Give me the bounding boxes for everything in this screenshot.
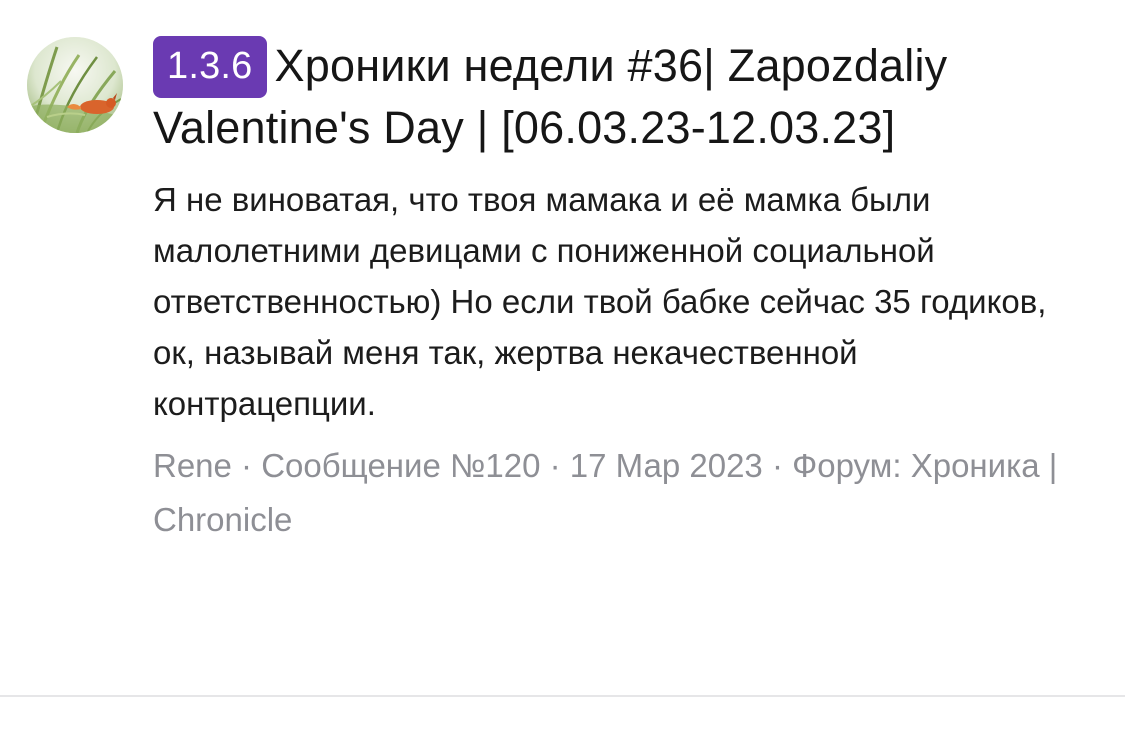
avatar-image — [27, 37, 123, 133]
version-badge: 1.3.6 — [153, 36, 267, 98]
meta-separator: · — [540, 447, 570, 484]
post-date: 17 Мар 2023 — [569, 447, 763, 484]
post-title[interactable]: 1.3.6 Хроники недели #36| Zapozdaliy Vale… — [153, 36, 1083, 158]
avatar[interactable] — [27, 37, 123, 133]
post-meta: Rene · Сообщение №120 · 17 Мар 2023 · Фо… — [153, 439, 1063, 547]
message-number-link[interactable]: Сообщение №120 — [261, 447, 540, 484]
divider — [0, 695, 1125, 697]
post-body: Я не виноватая, что твоя мамака и её мам… — [153, 181, 1047, 422]
forum-label: Форум: — [792, 447, 902, 484]
post-content: 1.3.6 Хроники недели #36| Zapozdaliy Vale… — [153, 36, 1083, 547]
forum-post[interactable]: 1.3.6 Хроники недели #36| Zapozdaliy Vale… — [0, 0, 1125, 697]
post-title-text[interactable]: Хроники недели #36| Zapozdaliy Valentine… — [153, 40, 947, 153]
meta-separator: · — [231, 447, 262, 484]
author-link[interactable]: Rene — [153, 447, 232, 484]
meta-separator: · — [762, 447, 793, 484]
